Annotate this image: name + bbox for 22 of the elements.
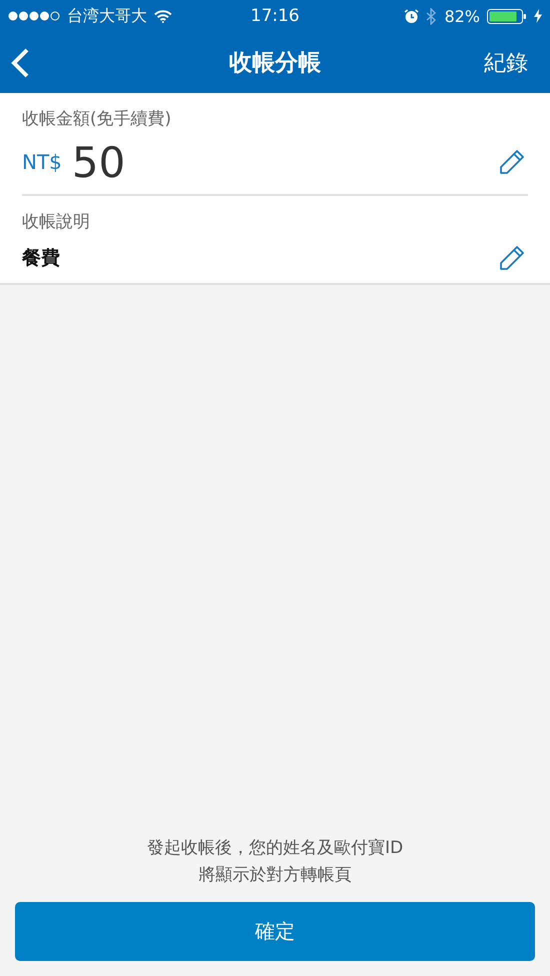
records-button[interactable]: 紀錄 xyxy=(484,48,528,78)
field-label: 收帳金額(免手續費) xyxy=(22,108,172,130)
wifi-icon xyxy=(154,10,172,22)
battery-percent: 82% xyxy=(444,6,480,26)
bluetooth-icon xyxy=(426,8,438,24)
currency-label: NT$ xyxy=(22,150,62,174)
clock-time: 17:16 xyxy=(250,6,300,26)
notice-text: 發起收帳後，您的姓名及歐付寶ID xyxy=(146,837,404,859)
page-title: 收帳分帳 xyxy=(229,49,321,78)
confirm-button[interactable]: 確定 xyxy=(15,902,535,961)
battery-icon xyxy=(487,8,527,24)
signal-icon xyxy=(8,11,60,21)
edit-icon[interactable] xyxy=(498,244,526,272)
back-button[interactable] xyxy=(10,48,30,78)
edit-icon[interactable] xyxy=(498,148,526,176)
carrier-name: 台湾大哥大 xyxy=(67,6,147,26)
charging-icon xyxy=(534,9,542,23)
description-value: 餐費 xyxy=(22,246,60,271)
alarm-icon xyxy=(404,8,420,24)
field-label: 收帳說明 xyxy=(22,211,91,233)
notice-text: 將顯示於對方轉帳頁 xyxy=(198,864,352,886)
amount-value: 50 xyxy=(72,138,126,186)
